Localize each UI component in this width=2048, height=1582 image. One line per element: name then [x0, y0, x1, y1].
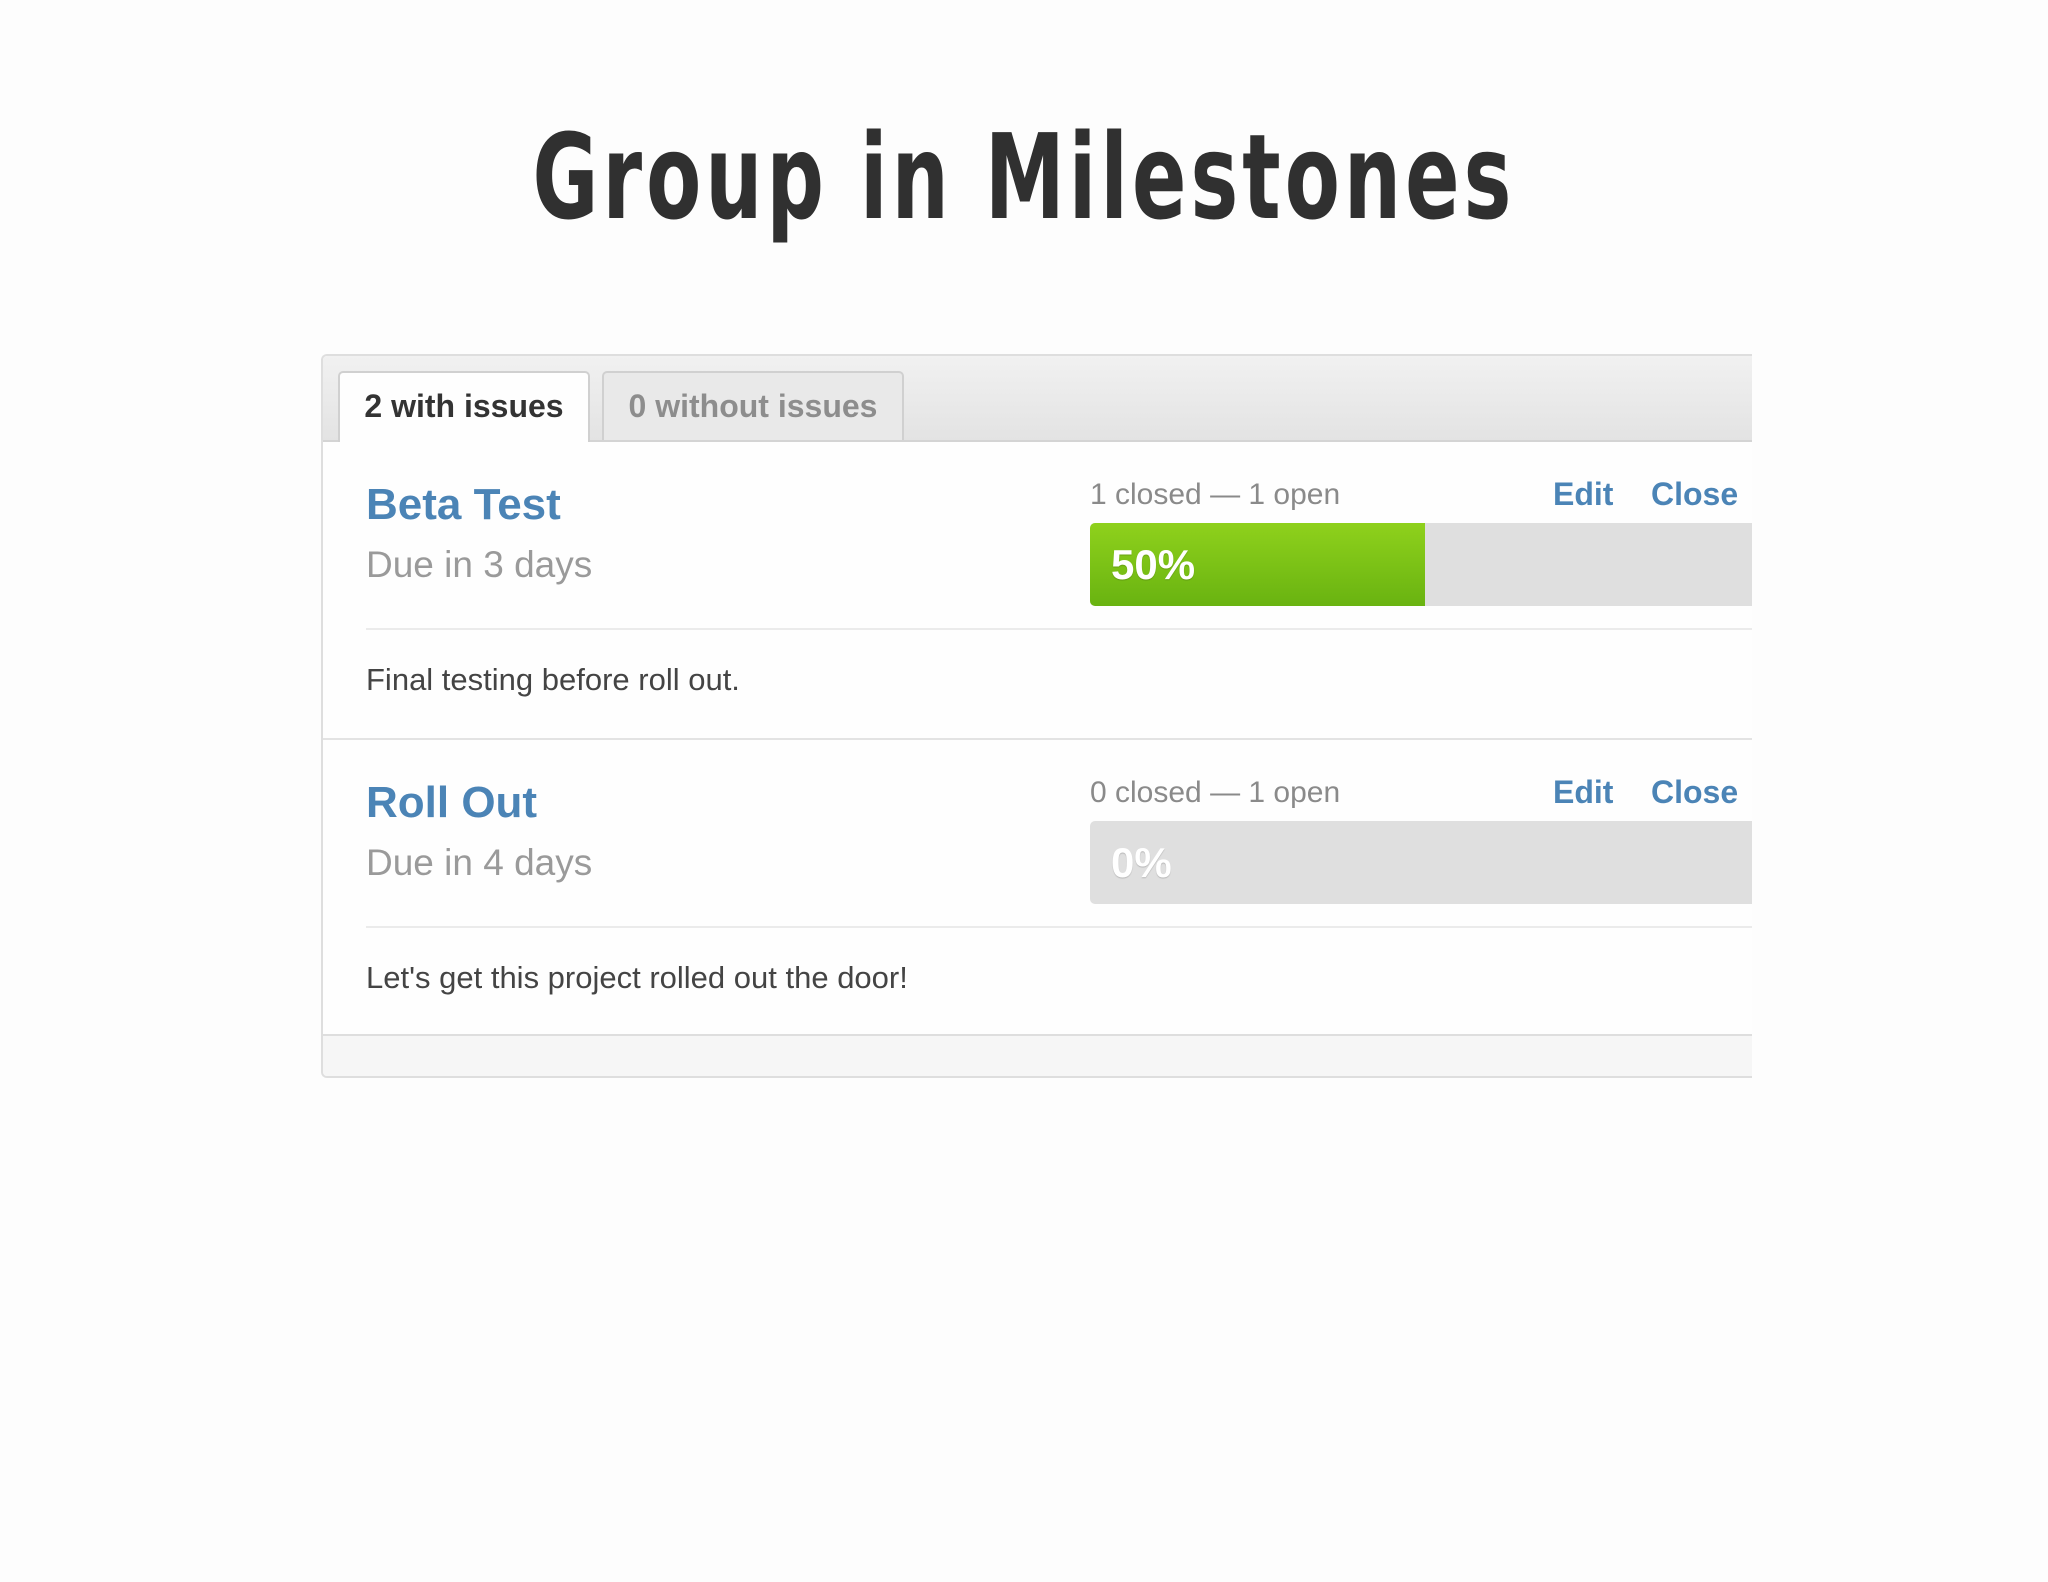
tab-without-issues[interactable]: 0 without issues [602, 371, 904, 440]
milestone-issue-stats: 0 closed — 1 open [1090, 776, 1341, 809]
slide-title: Group in Milestones [532, 108, 1516, 246]
progress-percent-label: 0% [1111, 839, 1172, 886]
milestone-item: Beta Test Due in 3 days 1 closed — 1 ope… [323, 442, 1752, 737]
divider [366, 926, 1752, 928]
milestone-description: Let's get this project rolled out the do… [366, 960, 908, 995]
milestone-title-link[interactable]: Roll Out [366, 778, 537, 828]
divider [366, 628, 1752, 630]
milestone-due-date: Due in 3 days [366, 544, 593, 585]
milestone-filter-tabs: 2 with issues 0 without issues [323, 356, 1752, 442]
milestone-progress-bar: 0% [1090, 821, 1752, 904]
milestone-title-link[interactable]: Beta Test [366, 480, 561, 530]
progress-percent-label: 50% [1111, 541, 1196, 588]
panel-footer [323, 1034, 1752, 1076]
milestones-panel: 2 with issues 0 without issues Beta Test… [321, 354, 1752, 1078]
milestone-issue-stats: 1 closed — 1 open [1090, 478, 1341, 511]
tab-with-issues[interactable]: 2 with issues [338, 371, 590, 442]
milestone-progress-bar: 50% [1090, 523, 1752, 606]
milestone-due-date: Due in 4 days [366, 842, 593, 883]
close-milestone-link[interactable]: Close [1651, 774, 1738, 811]
edit-milestone-link[interactable]: Edit [1553, 476, 1613, 513]
edit-milestone-link[interactable]: Edit [1553, 774, 1613, 811]
milestone-description: Final testing before roll out. [366, 662, 740, 697]
milestone-item: Roll Out Due in 4 days 0 closed — 1 open… [323, 738, 1752, 1035]
close-milestone-link[interactable]: Close [1651, 476, 1738, 513]
